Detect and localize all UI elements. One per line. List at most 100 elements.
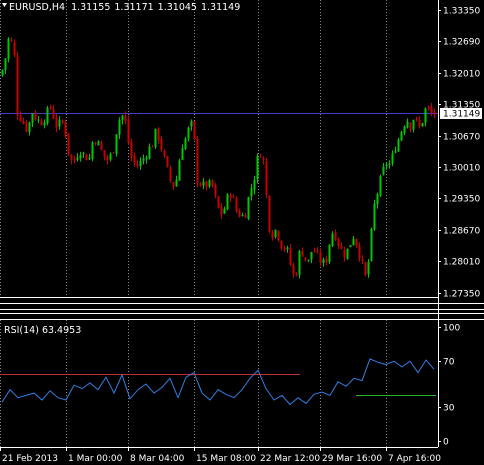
candle-body <box>1 69 4 76</box>
header-low: 1.31045 <box>158 2 197 13</box>
candle-body <box>232 197 235 199</box>
candle-body <box>394 151 397 153</box>
candle-body <box>121 115 124 121</box>
candle-body <box>7 38 10 59</box>
candle-body <box>253 179 256 190</box>
candle-body <box>124 115 127 122</box>
candle-body <box>40 120 43 126</box>
candle-body <box>61 120 64 123</box>
rsi-tick-label: 30 <box>443 404 455 414</box>
candle-body <box>19 115 22 122</box>
header-close: 1.31149 <box>201 2 240 13</box>
candle-body <box>25 121 28 132</box>
candle-body <box>106 156 109 161</box>
candle-body <box>376 194 379 205</box>
candle-body <box>220 206 223 215</box>
candle-body <box>133 155 136 164</box>
candle-body <box>115 134 118 154</box>
candle-body <box>97 141 100 146</box>
candle-body <box>4 58 7 70</box>
candle-body <box>415 118 418 120</box>
candle-body <box>34 112 37 120</box>
candle-body <box>346 248 349 259</box>
candle-body <box>130 142 133 158</box>
rsi-levels <box>0 374 436 396</box>
candle-body <box>280 240 283 249</box>
candle-body <box>103 150 106 158</box>
candle-body <box>331 233 334 246</box>
candle-body <box>388 164 391 166</box>
candle-body <box>49 106 52 108</box>
candle-body <box>358 245 361 259</box>
candle-body <box>337 238 340 246</box>
candle-body <box>187 127 190 139</box>
candle-body <box>406 121 409 128</box>
candle-body <box>163 150 166 157</box>
candle-body <box>181 148 184 160</box>
time-axis: 21 Feb 2013 1 Mar 00:00 8 Mar 04:00 15 Mar … <box>0 447 441 464</box>
candle-body <box>214 185 217 196</box>
candle-body <box>289 247 292 265</box>
candle-body <box>250 188 253 197</box>
dropdown-triangle-icon[interactable] <box>2 3 7 7</box>
candle-body <box>271 232 274 239</box>
candle-body <box>169 167 172 181</box>
candle-body <box>160 139 163 151</box>
candle-body <box>145 157 148 160</box>
candle-body <box>157 128 160 141</box>
candle-body <box>91 142 94 160</box>
current-price-tag: 1.31149 <box>440 108 482 120</box>
candle-body <box>283 247 286 250</box>
candle-body <box>325 258 328 263</box>
candle-body <box>385 164 388 167</box>
candle-body <box>268 195 271 232</box>
candle-body <box>151 146 154 148</box>
candle-body <box>433 111 436 115</box>
header-high: 1.31171 <box>114 2 153 13</box>
price-tick-label: 1.33350 <box>443 7 480 17</box>
candle-body <box>64 122 67 135</box>
rsi-tick-label: 70 <box>443 358 455 368</box>
price-tick-label: 1.30670 <box>443 133 480 143</box>
candle-body <box>364 262 367 275</box>
candle-body <box>166 156 169 167</box>
candle-body <box>397 139 400 152</box>
price-tick-label: 1.28010 <box>443 258 480 268</box>
candle-body <box>190 121 193 127</box>
rsi-axis: 100 70 30 0 <box>438 324 460 448</box>
candle-body <box>367 261 370 275</box>
price-header: EURUSD,H4 1.31155 1.31171 1.31045 1.31149 <box>2 2 240 13</box>
candle-body <box>112 152 115 154</box>
price-axis: 1.333501.326901.320101.313501.306701.300… <box>438 7 480 300</box>
candle-body <box>430 106 433 113</box>
candle-body <box>88 157 91 160</box>
time-tick-label: 1 Mar 00:00 <box>68 454 123 464</box>
candle-body <box>208 180 211 187</box>
candle-body <box>421 123 424 127</box>
candle-body <box>46 107 49 124</box>
candle-body <box>391 153 394 164</box>
rsi-title: RSI(14) 63.4953 <box>4 325 81 336</box>
candle-body <box>301 250 304 257</box>
candle-body <box>172 182 175 187</box>
candle-body <box>148 146 151 159</box>
candle-body <box>235 198 238 212</box>
time-tick-label: 7 Apr 16:00 <box>388 454 441 464</box>
candle-body <box>355 238 358 246</box>
candle-body <box>259 156 262 158</box>
candle-body <box>403 126 406 133</box>
chart-canvas: 1.333501.326901.320101.313501.306701.300… <box>0 0 484 464</box>
candle-body <box>31 113 34 123</box>
candle-body <box>76 157 79 161</box>
rsi-tick-label: 100 <box>443 324 460 334</box>
candle-body <box>322 259 325 264</box>
candle-body <box>265 161 268 195</box>
time-tick-label: 8 Mar 04:00 <box>130 454 185 464</box>
candle-body <box>274 229 277 237</box>
candle-body <box>262 157 265 161</box>
candle-body <box>349 245 352 248</box>
candle-body <box>37 119 40 121</box>
candle-body <box>277 230 280 241</box>
candle-body <box>295 273 298 276</box>
candle-body <box>16 56 19 116</box>
